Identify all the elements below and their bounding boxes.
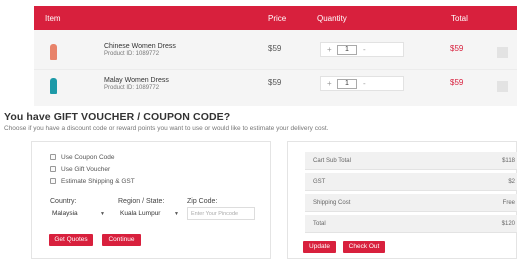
- quantity-stepper: + 1 -: [320, 42, 404, 57]
- country-label: Country:: [50, 198, 77, 205]
- summary-row-total: Total $120: [305, 215, 517, 233]
- chevron-down-icon: ▼: [100, 211, 105, 217]
- voucher-heading: You have GIFT VOUCHER / COUPON CODE?: [4, 111, 231, 123]
- cart-table: Item Price Quantity Total Chinese Women …: [34, 6, 517, 106]
- header-total: Total: [451, 14, 468, 23]
- quantity-input[interactable]: 1: [337, 45, 357, 55]
- line-total: $59: [450, 44, 464, 53]
- voucher-subtext: Choose if you have a discount code or re…: [4, 125, 329, 132]
- zip-input[interactable]: Enter Your Pincode: [187, 207, 255, 220]
- checkbox-icon[interactable]: [50, 178, 56, 184]
- product-price: $59: [268, 78, 282, 87]
- use-gift-voucher-option[interactable]: Use Gift Voucher: [50, 166, 110, 173]
- continue-button[interactable]: Continue: [102, 234, 141, 246]
- decrement-button[interactable]: -: [363, 45, 366, 54]
- increment-button[interactable]: +: [327, 79, 332, 88]
- header-item: Item: [45, 14, 61, 23]
- product-name[interactable]: Chinese Women Dress: [104, 43, 176, 50]
- region-select[interactable]: Kuala Lumpur ▼: [120, 210, 180, 217]
- product-thumbnail: [45, 43, 62, 61]
- estimate-shipping-option[interactable]: Estimate Shipping & GST: [50, 178, 135, 185]
- product-id: Product ID: 1089772: [104, 85, 160, 91]
- get-quotes-button[interactable]: Get Quotes: [49, 234, 93, 246]
- country-select[interactable]: Malaysia ▼: [52, 210, 110, 217]
- product-price: $59: [268, 44, 282, 53]
- region-label: Region / State:: [118, 198, 165, 205]
- checkout-button[interactable]: Check Out: [343, 241, 385, 253]
- voucher-panel: Use Coupon Code Use Gift Voucher Estimat…: [31, 141, 271, 259]
- remove-item-icon[interactable]: [497, 81, 508, 92]
- summary-row-subtotal: Cart Sub Total $118: [305, 152, 517, 170]
- update-button[interactable]: Update: [303, 241, 336, 253]
- header-price: Price: [268, 14, 287, 23]
- summary-row-gst: GST $2: [305, 173, 517, 191]
- zip-label: Zip Code:: [187, 198, 218, 205]
- checkbox-icon[interactable]: [50, 154, 56, 160]
- product-thumbnail: [45, 77, 62, 95]
- quantity-stepper: + 1 -: [320, 76, 404, 91]
- increment-button[interactable]: +: [327, 45, 332, 54]
- summary-row-shipping: Shipping Cost Free: [305, 194, 517, 212]
- use-coupon-option[interactable]: Use Coupon Code: [50, 154, 114, 161]
- cart-row: Chinese Women Dress Product ID: 1089772 …: [34, 38, 517, 70]
- chevron-down-icon: ▼: [174, 211, 179, 217]
- product-id: Product ID: 1089772: [104, 51, 160, 57]
- product-name[interactable]: Malay Women Dress: [104, 77, 169, 84]
- line-total: $59: [450, 78, 464, 87]
- cart-header: Item Price Quantity Total: [34, 6, 517, 30]
- cart-page: Item Price Quantity Total Chinese Women …: [0, 0, 517, 267]
- remove-item-icon[interactable]: [497, 47, 508, 58]
- quantity-input[interactable]: 1: [337, 79, 357, 89]
- header-quantity: Quantity: [317, 14, 347, 23]
- decrement-button[interactable]: -: [363, 79, 366, 88]
- checkbox-icon[interactable]: [50, 166, 56, 172]
- order-summary-panel: Cart Sub Total $118 GST $2 Shipping Cost…: [287, 141, 517, 259]
- cart-row: Malay Women Dress Product ID: 1089772 $5…: [34, 72, 517, 104]
